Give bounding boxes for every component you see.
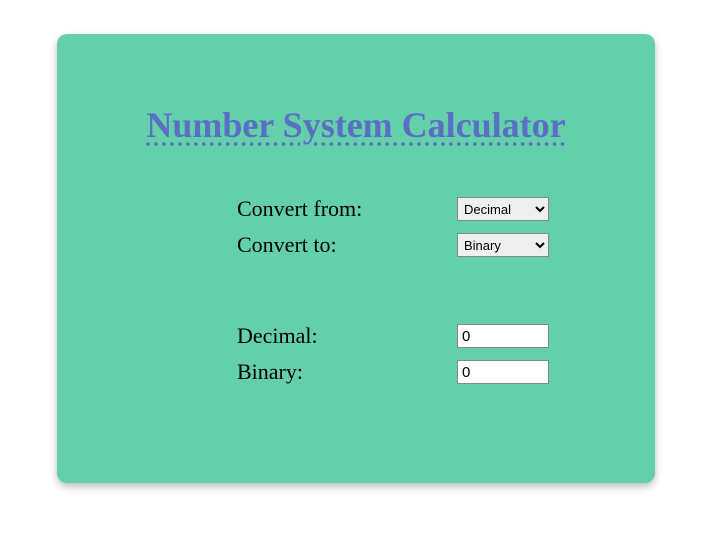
input-from-label: Decimal:: [237, 323, 457, 349]
input-to-label: Binary:: [237, 359, 457, 385]
convert-from-label: Convert from:: [237, 196, 457, 222]
calculator-card: Number System Calculator Convert from: D…: [57, 34, 655, 483]
form-area: Convert from: Decimal Convert to: Binary…: [97, 196, 615, 385]
input-to-field[interactable]: [457, 360, 549, 384]
convert-from-select[interactable]: Decimal: [457, 197, 549, 221]
input-from-row: Decimal:: [237, 323, 615, 349]
convert-to-select[interactable]: Binary: [457, 233, 549, 257]
page-title: Number System Calculator: [97, 104, 615, 146]
convert-to-row: Convert to: Binary: [237, 232, 615, 258]
input-to-row: Binary:: [237, 359, 615, 385]
convert-to-label: Convert to:: [237, 232, 457, 258]
input-from-field[interactable]: [457, 324, 549, 348]
convert-from-row: Convert from: Decimal: [237, 196, 615, 222]
